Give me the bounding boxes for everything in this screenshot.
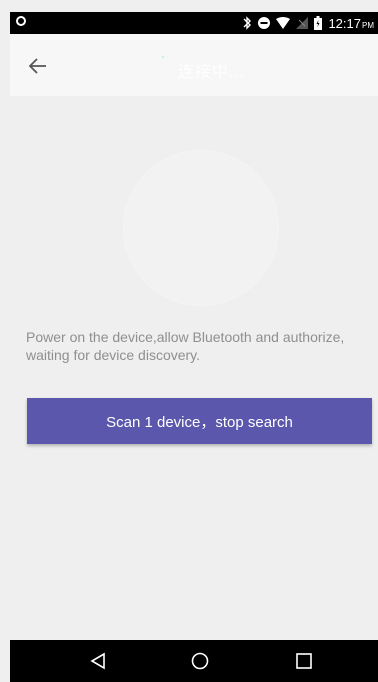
title-decoration — [162, 56, 164, 58]
bluetooth-icon — [242, 16, 252, 30]
toolbar: 连接中... — [10, 34, 378, 96]
recents-square-icon — [296, 653, 312, 669]
back-button[interactable] — [24, 52, 52, 80]
system-navigation-bar — [10, 640, 378, 682]
arrow-left-icon — [29, 58, 46, 74]
app-screen: 12:17PM 连接中... Power on the device,allow… — [0, 0, 378, 682]
wifi-icon — [276, 17, 291, 29]
status-icons: 12:17PM — [242, 12, 374, 34]
back-triangle-icon — [90, 652, 105, 670]
clock-ampm: PM — [362, 20, 374, 30]
page-title: 连接中... — [178, 64, 246, 81]
clock-time: 12:17 — [328, 15, 361, 31]
status-bar: 12:17PM — [10, 12, 378, 34]
no-signal-icon — [296, 17, 309, 29]
do-not-disturb-icon — [258, 17, 271, 29]
clock: 12:17PM — [328, 16, 374, 31]
main-content: Power on the device,allow Bluetooth and … — [10, 96, 378, 640]
discovery-hint: Power on the device,allow Bluetooth and … — [26, 329, 345, 363]
notification-icon — [16, 16, 26, 26]
stop-search-button[interactable]: Scan 1 device，stop search — [27, 398, 372, 444]
nav-back-button[interactable] — [83, 648, 113, 674]
nav-recents-button[interactable] — [289, 648, 319, 674]
home-circle-icon — [191, 652, 209, 670]
nav-home-button[interactable] — [185, 648, 215, 674]
search-radar — [123, 150, 279, 306]
battery-icon — [314, 16, 323, 30]
